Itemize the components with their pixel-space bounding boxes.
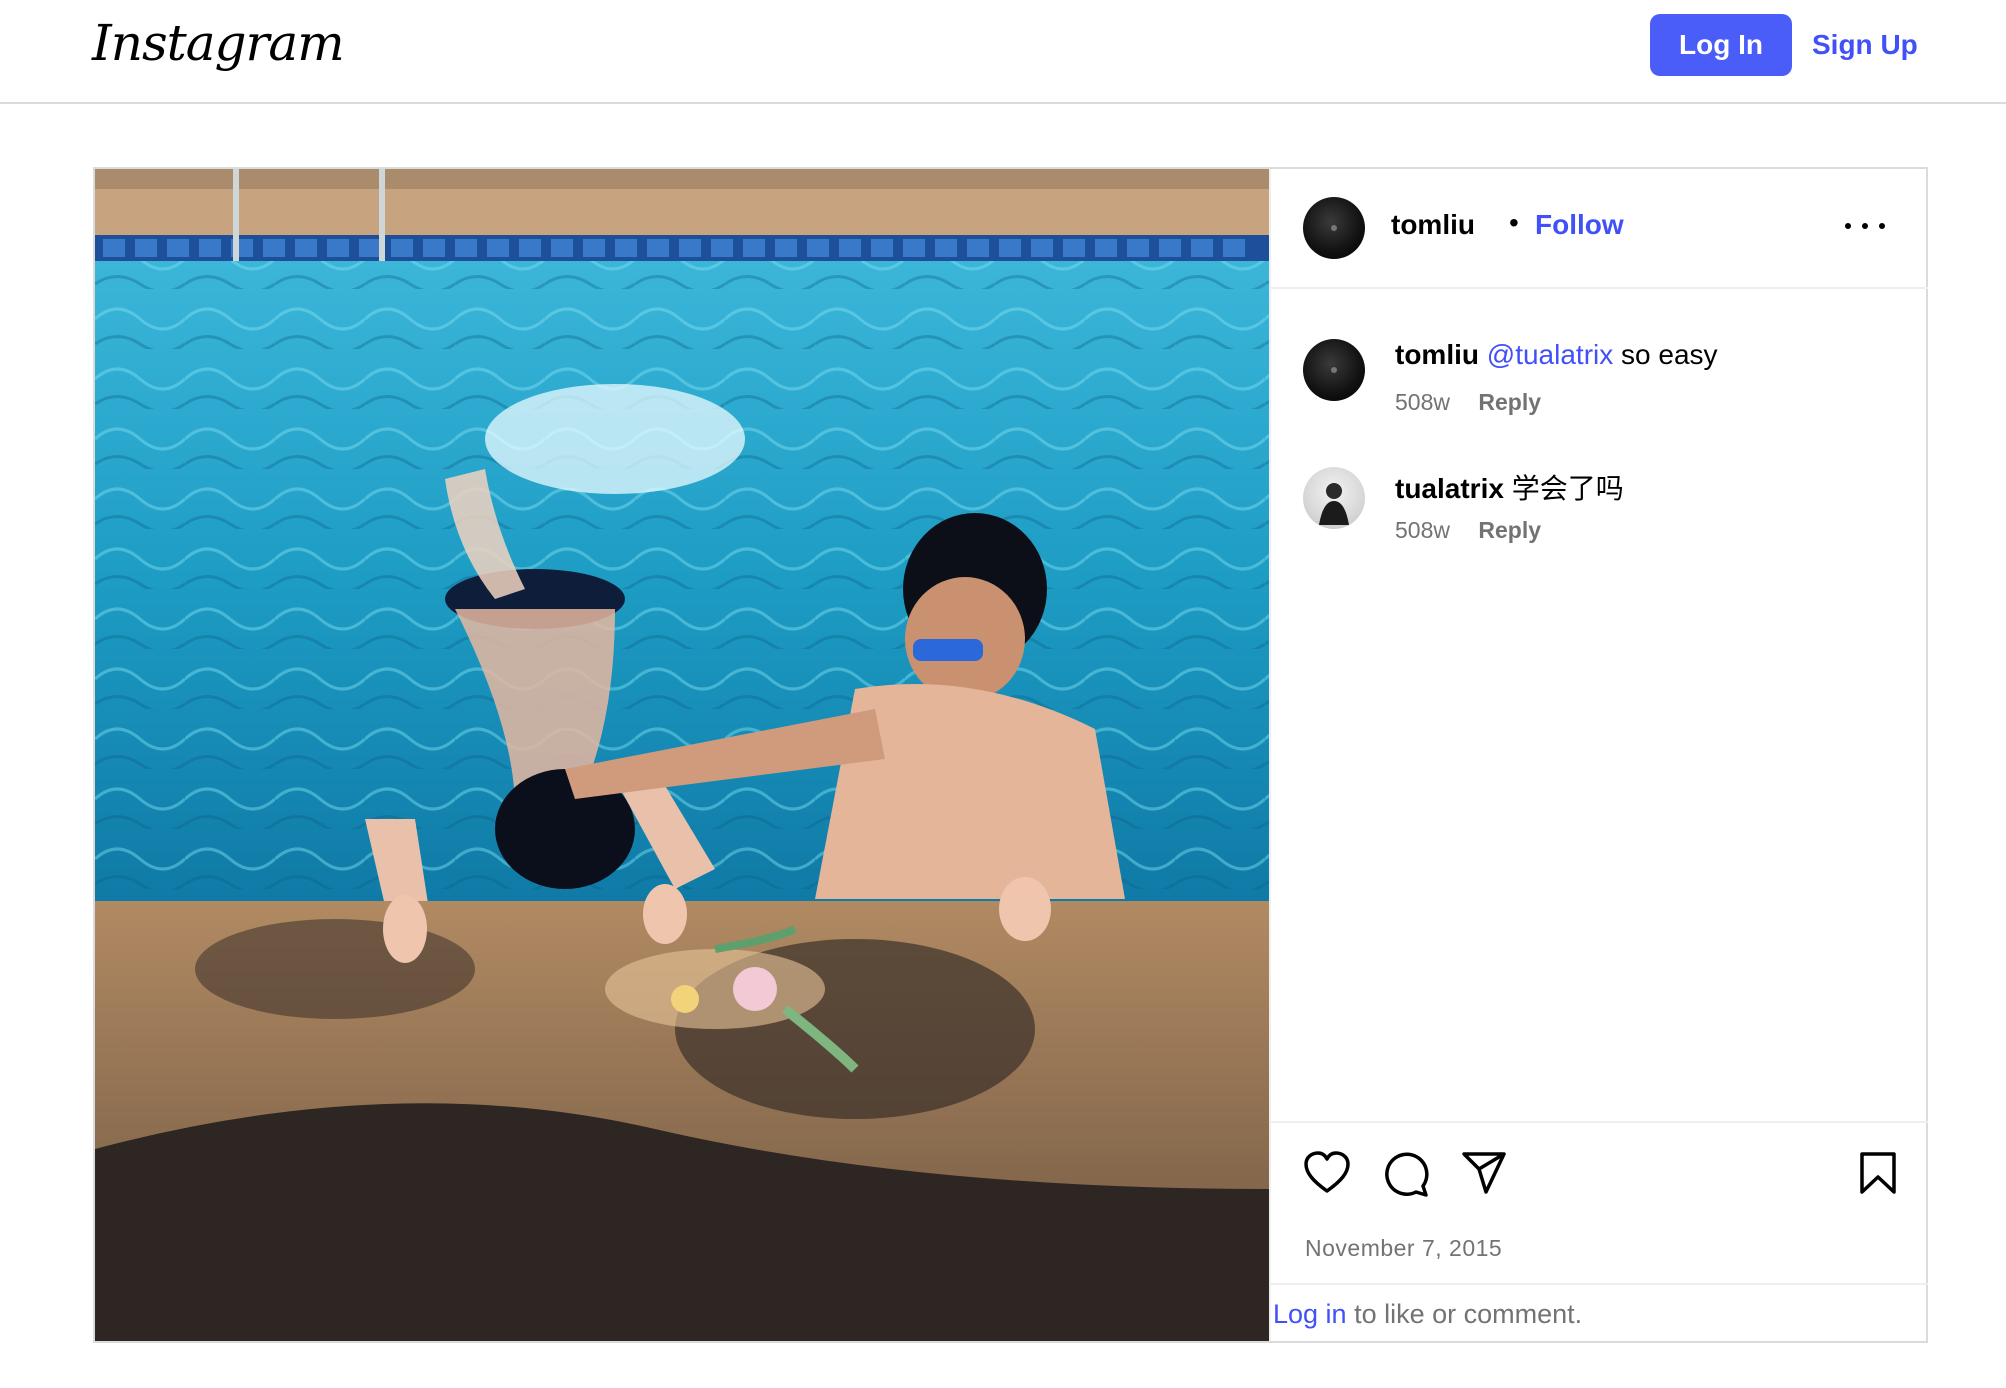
author-avatar[interactable] [1303, 197, 1365, 259]
commenter-avatar[interactable] [1303, 467, 1365, 529]
comment-age: 508w [1395, 389, 1450, 415]
login-link[interactable]: Log in [1273, 1299, 1347, 1329]
post-actions: November 7, 2015 [1271, 1121, 1928, 1261]
instagram-logo[interactable]: Instagram [92, 14, 345, 72]
comment-text: 学会了吗 [1503, 473, 1624, 504]
post-sidebar: tomliu • Follow tomliu @tualatrix so eas… [1269, 169, 1928, 1341]
top-navigation: Instagram Log In Sign Up [0, 0, 2006, 104]
comment-body: tomliu @tualatrix so easy [1395, 339, 1718, 371]
author-username[interactable]: tomliu [1391, 209, 1475, 241]
comment-mention[interactable]: @tualatrix [1487, 339, 1613, 370]
follow-button[interactable]: Follow [1535, 209, 1624, 241]
pool-photo-image [95, 169, 1269, 1341]
post-photo[interactable] [95, 169, 1269, 1341]
comment-meta: 508w Reply [1395, 517, 1541, 544]
post-date: November 7, 2015 [1305, 1235, 1503, 1261]
login-prompt-text: Log in to like or comment. [1273, 1299, 1582, 1330]
post-header: tomliu • Follow [1271, 169, 1928, 289]
person-icon [1319, 483, 1349, 525]
comment-body: tualatrix 学会了吗 [1395, 467, 1624, 507]
more-options-icon[interactable] [1845, 211, 1885, 241]
comment-age: 508w [1395, 517, 1450, 543]
signup-link[interactable]: Sign Up [1812, 14, 1918, 76]
reply-button[interactable]: Reply [1478, 389, 1541, 415]
heart-icon[interactable] [1303, 1151, 1351, 1195]
separator-dot: • [1509, 207, 1519, 238]
comment-text: so easy [1613, 339, 1718, 370]
comment-username[interactable]: tualatrix [1395, 473, 1504, 504]
login-suffix: to like or comment. [1346, 1299, 1583, 1329]
comment-username[interactable]: tomliu [1395, 339, 1479, 370]
comment-icon[interactable] [1383, 1151, 1429, 1197]
post-container: tomliu • Follow tomliu @tualatrix so eas… [93, 167, 1928, 1343]
commenter-avatar[interactable] [1303, 339, 1365, 401]
login-prompt: Log in to like or comment. [1271, 1283, 1928, 1343]
share-icon[interactable] [1461, 1151, 1507, 1195]
login-button[interactable]: Log In [1650, 14, 1792, 76]
reply-button[interactable]: Reply [1478, 517, 1541, 543]
comment-meta: 508w Reply [1395, 389, 1541, 416]
bookmark-icon[interactable] [1859, 1151, 1897, 1195]
